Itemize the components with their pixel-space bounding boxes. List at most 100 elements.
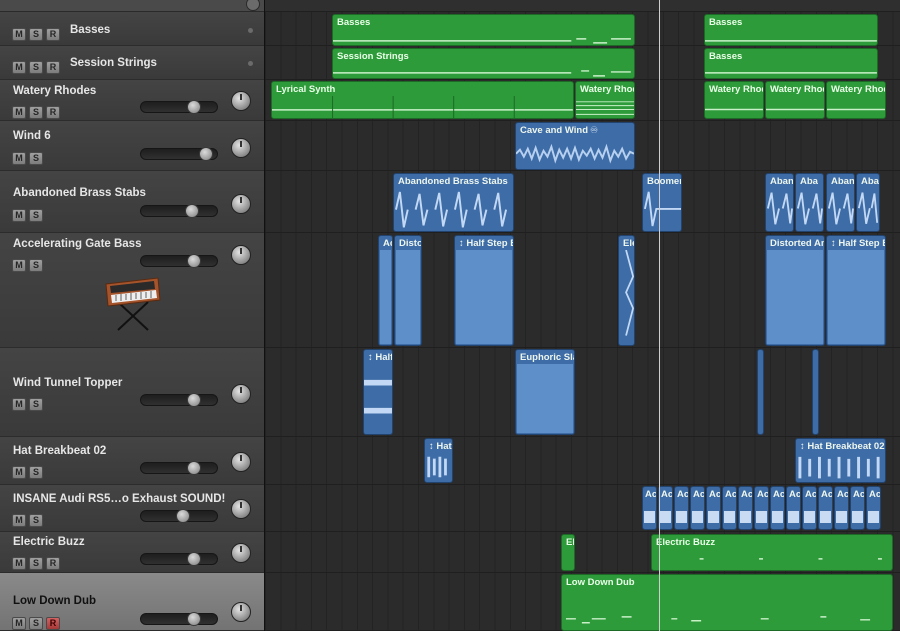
pan-knob[interactable] (231, 194, 251, 214)
pan-knob[interactable] (231, 602, 251, 622)
solo-button[interactable]: S (29, 152, 43, 165)
fader-thumb[interactable] (187, 254, 201, 268)
track-name[interactable]: Session Strings (70, 57, 157, 69)
midi-region[interactable]: Lyrical Synth (271, 81, 574, 119)
audio-region[interactable]: Ac (378, 235, 393, 346)
midi-region[interactable]: Electric Buzz (651, 534, 893, 571)
volume-fader[interactable] (140, 393, 218, 407)
track-header-watery-rhodes[interactable]: Watery Rhodes MSR (0, 80, 264, 121)
track-header-basses[interactable]: MSR Basses (0, 12, 264, 46)
track-name[interactable]: Wind Tunnel Topper (13, 377, 122, 389)
track-name[interactable]: Watery Rhodes (13, 85, 96, 97)
volume-fader[interactable] (140, 461, 218, 475)
solo-button[interactable]: S (29, 617, 43, 630)
solo-button[interactable]: S (29, 514, 43, 527)
audio-region[interactable]: Cave and Wind ♾ (515, 122, 635, 170)
pan-knob[interactable] (231, 138, 251, 158)
audio-region[interactable]: Ac (722, 486, 737, 530)
audio-region[interactable]: Ac (802, 486, 817, 530)
record-enable-button[interactable]: R (46, 617, 60, 630)
audio-region[interactable]: Aband (765, 173, 794, 232)
track-name[interactable]: Low Down Dub (13, 595, 96, 607)
midi-region[interactable]: Basses (704, 48, 878, 79)
solo-button[interactable]: S (29, 209, 43, 222)
mute-button[interactable]: M (12, 209, 26, 222)
midi-region[interactable]: El (561, 534, 575, 571)
track-name[interactable]: Abandoned Brass Stabs (13, 187, 146, 199)
audio-region[interactable]: Ac (674, 486, 689, 530)
track-name[interactable]: Basses (70, 24, 110, 36)
midi-region[interactable]: Basses (704, 14, 878, 46)
mute-button[interactable]: M (12, 617, 26, 630)
audio-region[interactable]: Ac (754, 486, 769, 530)
mute-button[interactable]: M (12, 398, 26, 411)
audio-region[interactable] (812, 349, 819, 435)
audio-region[interactable]: Ac (834, 486, 849, 530)
audio-region[interactable]: Aband (826, 173, 855, 232)
mute-button[interactable]: M (12, 557, 26, 570)
fader-thumb[interactable] (187, 393, 201, 407)
track-header-electric-buzz[interactable]: Electric Buzz MSR (0, 532, 264, 573)
track-header-accelerating-gate-bass[interactable]: Accelerating Gate Bass MS (0, 233, 264, 348)
solo-button[interactable]: S (29, 398, 43, 411)
record-enable-button[interactable]: R (46, 61, 60, 74)
fader-thumb[interactable] (185, 204, 199, 218)
track-header-wind-6[interactable]: Wind 6 MS (0, 121, 264, 171)
audio-region[interactable]: Aba (856, 173, 880, 232)
midi-region[interactable]: Session Strings (332, 48, 635, 79)
midi-region[interactable]: Low Down Dub (561, 574, 893, 631)
track-header-low-down-dub[interactable]: Low Down Dub MSR (0, 573, 264, 631)
pan-knob[interactable] (231, 91, 251, 111)
fader-thumb[interactable] (176, 509, 190, 523)
record-enable-button[interactable]: R (46, 557, 60, 570)
mute-button[interactable]: M (12, 259, 26, 272)
mute-button[interactable]: M (12, 28, 26, 41)
audio-region[interactable]: Ac (866, 486, 881, 530)
audio-region[interactable]: Ac (786, 486, 801, 530)
audio-region[interactable]: ↕ Half Step B (454, 235, 514, 346)
pan-knob[interactable] (231, 384, 251, 404)
solo-button[interactable]: S (29, 28, 43, 41)
track-name[interactable]: Wind 6 (13, 130, 51, 142)
pan-knob[interactable] (231, 245, 251, 265)
audio-region[interactable]: Ac (850, 486, 865, 530)
midi-region[interactable]: Basses (332, 14, 635, 46)
fader-thumb[interactable] (199, 147, 213, 161)
audio-region[interactable]: Distorted An (765, 235, 825, 346)
audio-region[interactable]: ↕ Hat Breakbeat 02. (795, 438, 886, 483)
midi-region[interactable]: Watery Rhod (826, 81, 886, 119)
audio-region[interactable]: Aba (795, 173, 824, 232)
lane-wind-tunnel[interactable] (265, 348, 900, 437)
audio-region[interactable] (757, 349, 764, 435)
pan-knob[interactable] (231, 499, 251, 519)
audio-region[interactable]: ↕ Half Step B (826, 235, 886, 346)
audio-region[interactable]: Abandoned Brass Stabs (393, 173, 514, 232)
audio-region[interactable]: Ac (690, 486, 705, 530)
fader-thumb[interactable] (187, 612, 201, 626)
midi-region[interactable]: Watery Rhod (704, 81, 764, 119)
solo-button[interactable]: S (29, 106, 43, 119)
audio-region[interactable]: Ac (658, 486, 673, 530)
track-name[interactable]: INSANE Audi RS5…o Exhaust SOUND! (13, 493, 225, 505)
mute-button[interactable]: M (12, 514, 26, 527)
fader-thumb[interactable] (187, 100, 201, 114)
solo-button[interactable]: S (29, 466, 43, 479)
volume-fader[interactable] (140, 552, 218, 566)
track-name[interactable]: Accelerating Gate Bass (13, 238, 141, 250)
solo-button[interactable]: S (29, 259, 43, 272)
audio-region[interactable]: Ac (818, 486, 833, 530)
audio-region[interactable]: Ac (738, 486, 753, 530)
track-name[interactable]: Hat Breakbeat 02 (13, 445, 106, 457)
midi-region[interactable]: Watery Rhod (575, 81, 635, 119)
solo-button[interactable]: S (29, 61, 43, 74)
mute-button[interactable]: M (12, 61, 26, 74)
playhead[interactable] (659, 0, 660, 631)
volume-fader[interactable] (140, 509, 218, 523)
track-header-wind-tunnel-topper[interactable]: Wind Tunnel Topper MS (0, 348, 264, 437)
audio-region[interactable]: Ele (618, 235, 635, 346)
track-name[interactable]: Electric Buzz (13, 536, 85, 548)
track-header-session-strings[interactable]: MSR Session Strings (0, 46, 264, 80)
record-enable-button[interactable]: R (46, 28, 60, 41)
mute-button[interactable]: M (12, 152, 26, 165)
solo-button[interactable]: S (29, 557, 43, 570)
